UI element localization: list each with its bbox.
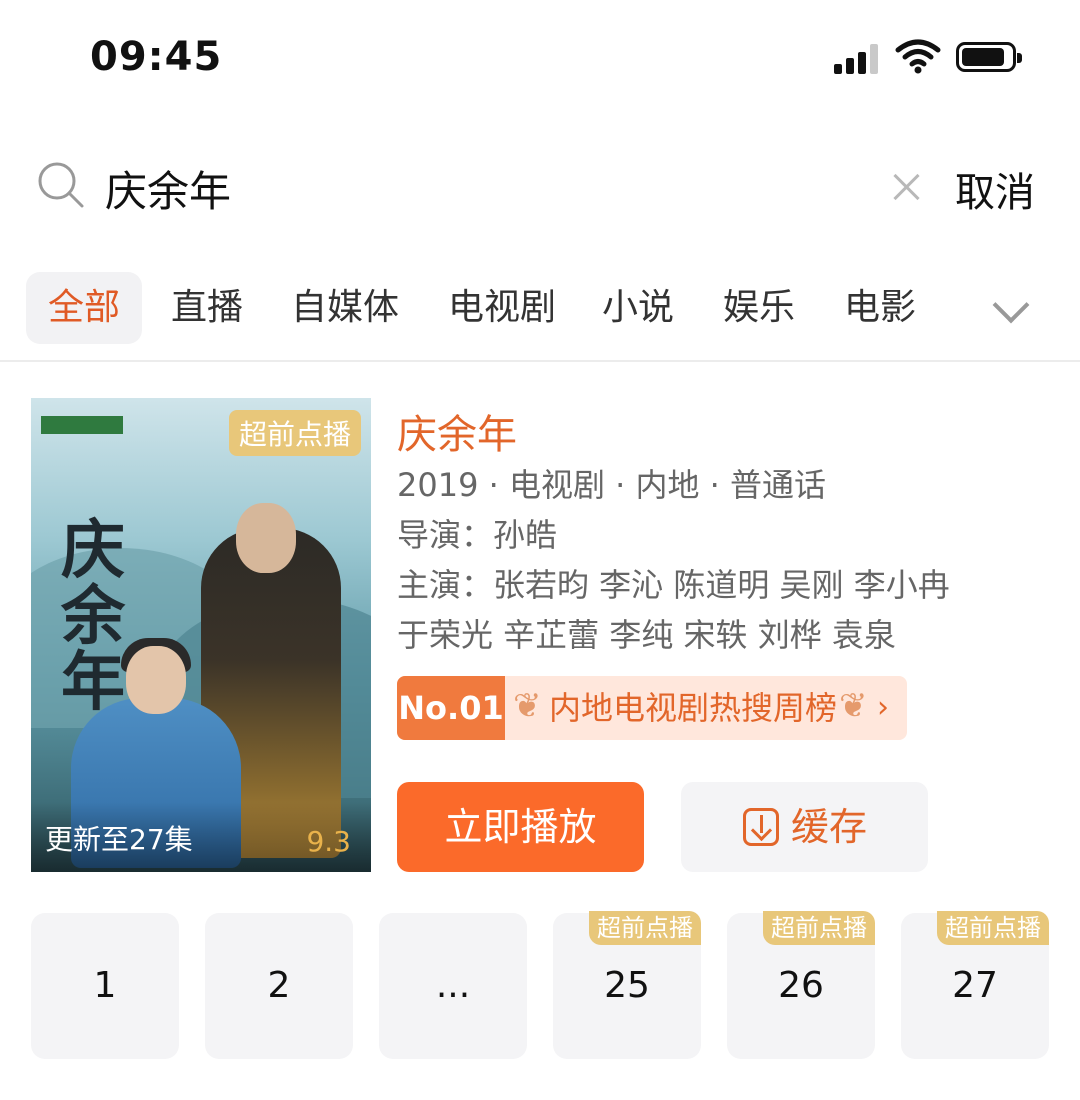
tab-live[interactable]: 直播 [171, 272, 243, 344]
advance-preview-badge: 超前点播 [763, 911, 875, 945]
advance-preview-badge: 超前点播 [228, 410, 361, 456]
episode-label: 25 [604, 965, 650, 1006]
chevron-right-icon: › [877, 690, 889, 725]
poster-image[interactable]: 庆余年 超前点播 更新至27集 9.3 [31, 398, 371, 872]
poster-calligraphy-logo: 庆余年 [61, 513, 125, 720]
advance-preview-badge: 超前点播 [589, 911, 701, 945]
play-now-button[interactable]: 立即播放 [397, 782, 644, 872]
cast-line-2: 于荣光 辛芷蕾 李纯 宋轶 刘桦 袁泉 [397, 616, 896, 654]
tab-novel[interactable]: 小说 [602, 272, 674, 344]
laurel-right-icon: ❦ [839, 686, 868, 726]
episode-button-2[interactable]: 2 [205, 913, 353, 1059]
cancel-button[interactable]: 取消 [955, 160, 1035, 218]
advance-preview-badge: 超前点播 [937, 911, 1049, 945]
episode-label: 26 [778, 965, 824, 1006]
episode-label: ... [435, 965, 471, 1006]
rank-number: No.01 [397, 676, 505, 740]
tab-all[interactable]: 全部 [26, 272, 143, 344]
episode-button-1[interactable]: 1 [31, 913, 179, 1059]
update-status: 更新至27集 [45, 823, 193, 856]
show-meta: 2019 · 电视剧 · 内地 · 普通话 [397, 466, 826, 504]
episode-button-more[interactable]: ... [379, 913, 527, 1059]
battery-icon [956, 42, 1022, 72]
episode-label: 2 [267, 965, 291, 1006]
download-icon [743, 808, 779, 846]
studio-logo [41, 416, 123, 434]
rank-label: 内地电视剧热搜周榜 [549, 689, 838, 727]
cache-button[interactable]: 缓存 [681, 782, 928, 872]
tab-entertainment[interactable]: 娱乐 [723, 272, 795, 344]
cache-label: 缓存 [791, 805, 868, 849]
tab-we-media[interactable]: 自媒体 [291, 272, 399, 344]
cellular-signal-icon [834, 42, 884, 74]
show-title[interactable]: 庆余年 [397, 402, 517, 460]
episode-label: 1 [93, 965, 117, 1006]
status-time: 09:45 [90, 34, 223, 80]
divider [0, 360, 1080, 362]
director-line: 导演：孙皓 [397, 516, 558, 554]
episode-label: 27 [952, 965, 998, 1006]
clear-icon[interactable] [890, 170, 922, 202]
category-tabs: 全部 直播 自媒体 电视剧 小说 娱乐 电影 [26, 272, 1066, 344]
tab-movie[interactable]: 电影 [844, 272, 916, 344]
wifi-icon [895, 39, 941, 74]
cast-line-1: 主演：张若昀 李沁 陈道明 吴刚 李小冉 [397, 566, 950, 604]
laurel-left-icon: ❦ [513, 686, 542, 726]
rating-score: 9.3 [306, 825, 351, 858]
search-input[interactable]: 庆余年 [105, 158, 231, 219]
tab-tv-series[interactable]: 电视剧 [448, 272, 556, 344]
search-icon [38, 162, 84, 208]
episode-button-27[interactable]: 超前点播 27 [901, 911, 1049, 1059]
hot-search-rank-banner[interactable]: No.01 ❦ 内地电视剧热搜周榜 ❦ › [397, 676, 907, 740]
episode-button-25[interactable]: 超前点播 25 [553, 911, 701, 1059]
episode-button-26[interactable]: 超前点播 26 [727, 911, 875, 1059]
